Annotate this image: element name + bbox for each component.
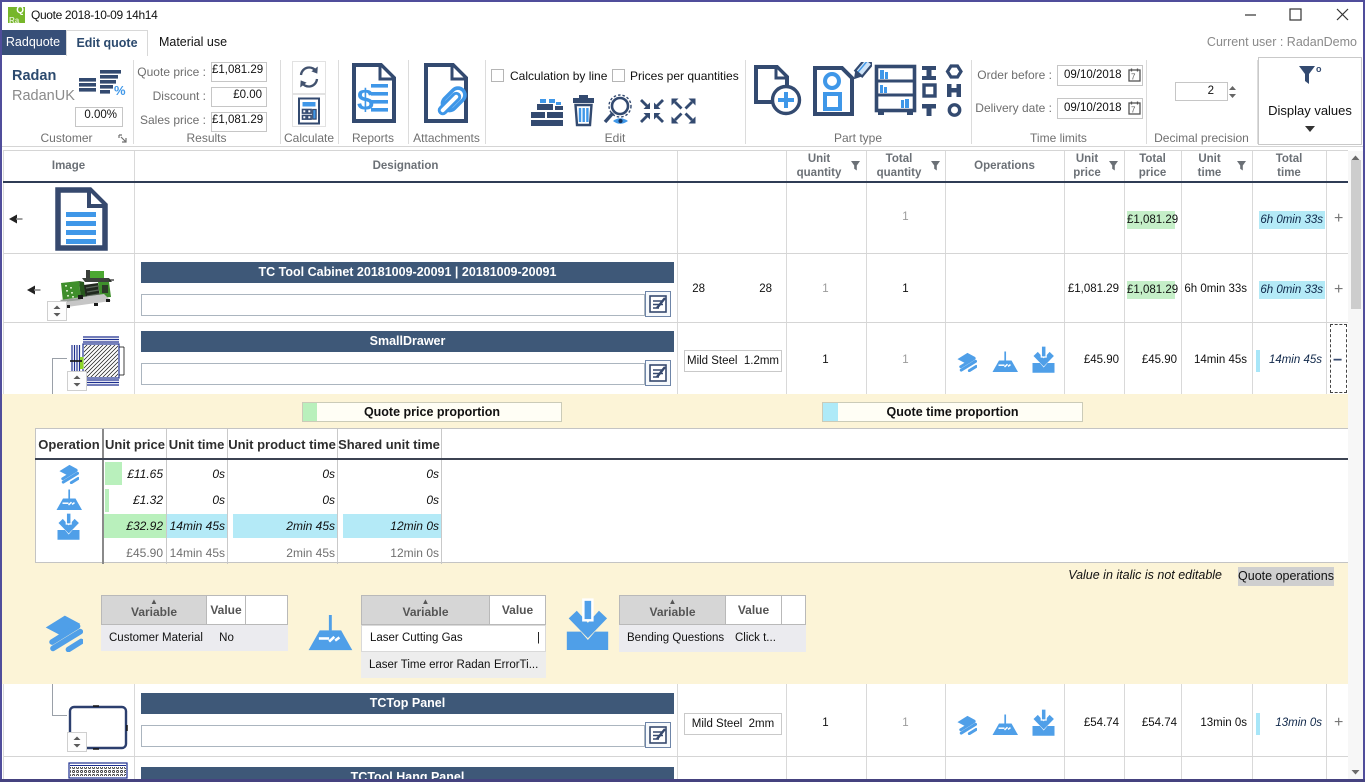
svg-text:7: 7 [1131,106,1136,115]
svg-text:o: o [1316,64,1322,74]
svg-text:7: 7 [1131,73,1136,82]
svg-text:$: $ [357,84,374,117]
